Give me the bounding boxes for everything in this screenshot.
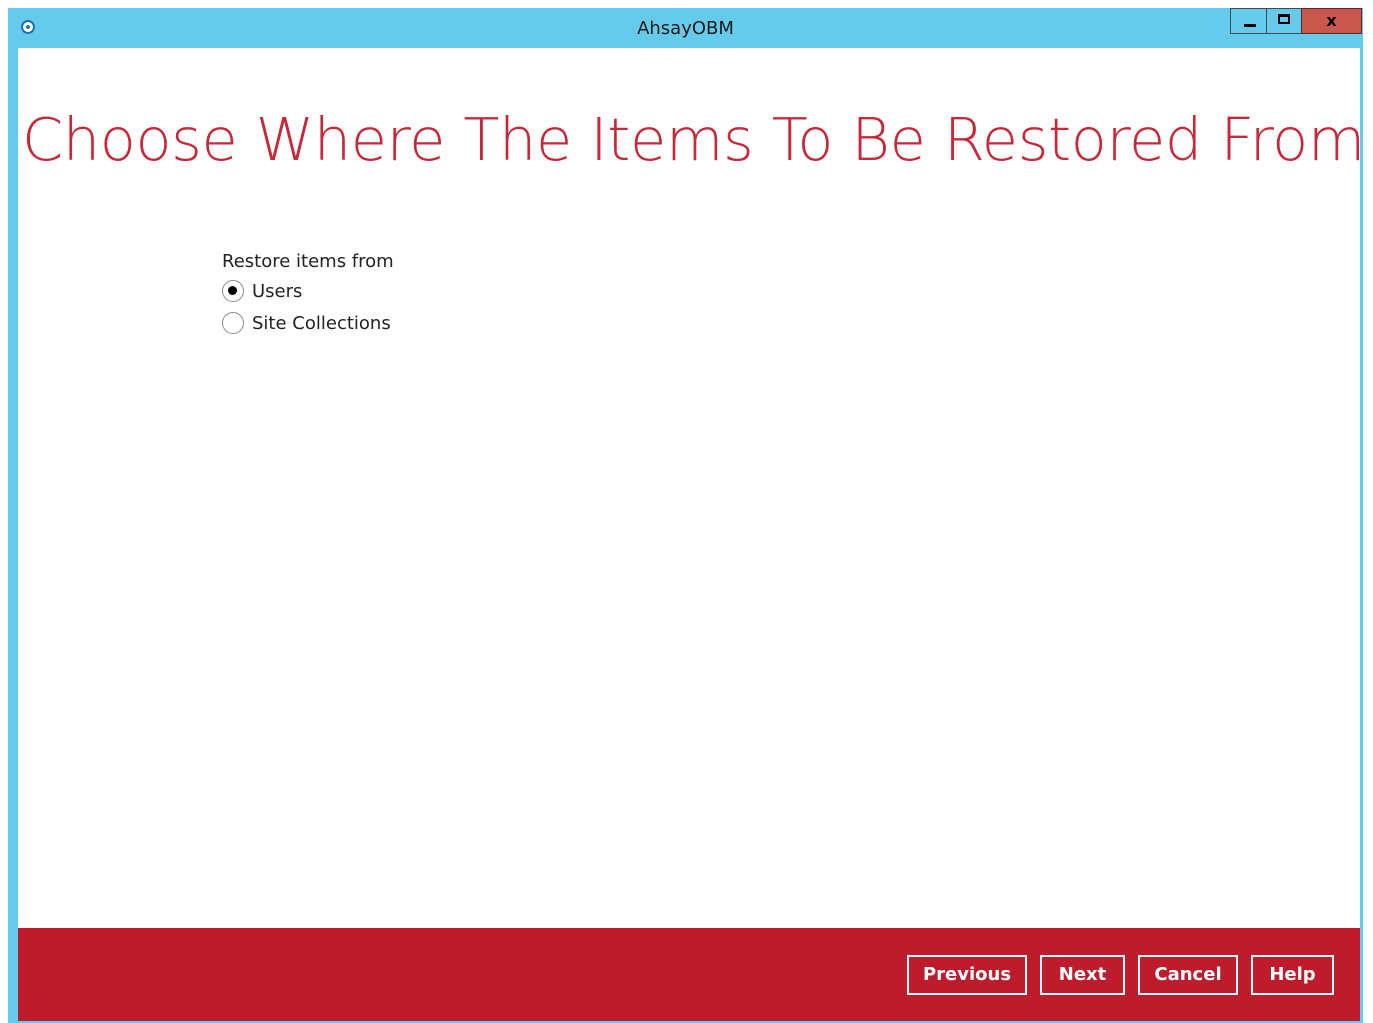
radio-site-collections[interactable]	[222, 311, 244, 334]
radio-option-users[interactable]: Users	[222, 276, 394, 308]
page-title: Choose Where The Items To Be Restored Fr…	[22, 105, 1365, 174]
restore-source-group: Restore items from Users Site Collection…	[222, 248, 394, 340]
app-window: AhsayOBM x Choose Where The Items To Be …	[8, 8, 1365, 1023]
radio-option-site-collections[interactable]: Site Collections	[222, 308, 394, 340]
minimize-icon	[1244, 24, 1256, 27]
minimize-button[interactable]	[1230, 8, 1267, 34]
help-button[interactable]: Help	[1251, 955, 1334, 995]
next-button[interactable]: Next	[1040, 955, 1125, 995]
cancel-button[interactable]: Cancel	[1138, 955, 1238, 995]
close-button[interactable]: x	[1301, 8, 1362, 34]
radio-users-label: Users	[252, 281, 303, 302]
maximize-button[interactable]	[1266, 8, 1302, 34]
previous-button[interactable]: Previous	[907, 955, 1027, 995]
restore-source-label: Restore items from	[222, 251, 394, 272]
wizard-content: Choose Where The Items To Be Restored Fr…	[18, 48, 1365, 1021]
close-icon: x	[1326, 11, 1337, 30]
radio-site-collections-label: Site Collections	[252, 313, 391, 334]
window-title: AhsayOBM	[637, 18, 734, 39]
wizard-footer: Previous Next Cancel Help	[18, 928, 1360, 1021]
radio-users[interactable]	[222, 279, 244, 302]
maximize-icon	[1278, 14, 1290, 24]
title-bar[interactable]: AhsayOBM x	[8, 8, 1363, 48]
